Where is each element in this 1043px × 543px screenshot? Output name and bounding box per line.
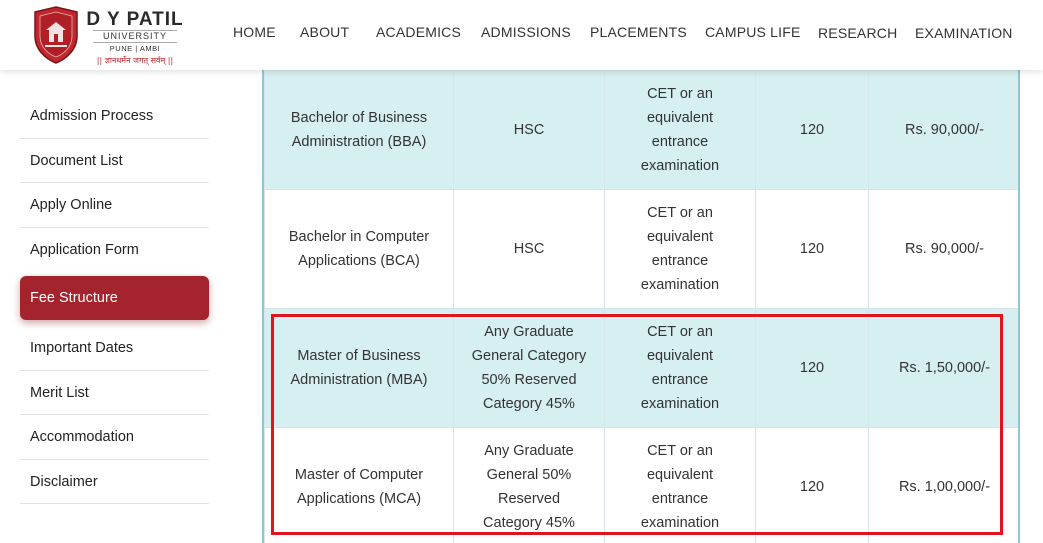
exam-cell: CET or an equivalent entrance examinatio… xyxy=(604,308,756,428)
table-row: Master of Business Administration (MBA) … xyxy=(264,308,1018,428)
eligibility-cell: Any Graduate General 50% Reserved Catego… xyxy=(453,427,605,543)
course-cell: Master of Business Administration (MBA) xyxy=(264,308,454,428)
table-row: Master of Computer Applications (MCA) An… xyxy=(264,427,1018,543)
fee-cell: Rs. 90,000/- xyxy=(868,70,1018,190)
sidebar-item-disclaimer[interactable]: Disclaimer xyxy=(20,460,209,504)
logo-city: PUNE | AMBI xyxy=(109,44,161,53)
fee-cell: Rs. 1,50,000/- xyxy=(868,308,1018,428)
nav-academics[interactable]: ACADEMICS xyxy=(376,24,461,40)
logo-name: D Y PATIL xyxy=(86,9,184,30)
sidebar-item-application-form[interactable]: Application Form xyxy=(20,228,209,273)
exam-cell: CET or an equivalent entrance examinatio… xyxy=(604,189,756,309)
eligibility-cell: HSC xyxy=(453,70,605,190)
nav-placements[interactable]: PLACEMENTS xyxy=(590,24,687,40)
course-cell: Master of Computer Applications (MCA) xyxy=(264,427,454,543)
table-row: Bachelor of Business Administration (BBA… xyxy=(264,70,1018,190)
site-header: D Y PATIL UNIVERSITY PUNE | AMBI || ज्ञा… xyxy=(0,0,1043,70)
sidebar-item-admission-process[interactable]: Admission Process xyxy=(20,94,209,139)
sidebar-item-document-list[interactable]: Document List xyxy=(20,139,209,183)
nav-admissions[interactable]: ADMISSIONS xyxy=(481,24,571,40)
logo-text: D Y PATIL UNIVERSITY PUNE | AMBI || ज्ञा… xyxy=(85,10,185,66)
sidebar-item-accommodation[interactable]: Accommodation xyxy=(20,415,209,460)
university-logo[interactable]: D Y PATIL UNIVERSITY PUNE | AMBI || ज्ञा… xyxy=(33,6,183,66)
fee-cell: Rs. 90,000/- xyxy=(868,189,1018,309)
nav-campus-life[interactable]: CAMPUS LIFE xyxy=(705,24,801,40)
shield-logo-icon xyxy=(34,6,78,64)
eligibility-cell: Any Graduate General Category 50% Reserv… xyxy=(453,308,605,428)
logo-university: UNIVERSITY xyxy=(93,30,177,43)
intake-cell: 120 xyxy=(755,308,869,428)
nav-research[interactable]: RESEARCH xyxy=(818,25,897,41)
sidebar-item-merit-list[interactable]: Merit List xyxy=(20,371,209,415)
intake-cell: 120 xyxy=(755,70,869,190)
admissions-sidebar: Admission Process Document List Apply On… xyxy=(20,94,209,504)
fee-structure-table: Bachelor of Business Administration (BBA… xyxy=(262,70,1020,543)
exam-cell: CET or an equivalent entrance examinatio… xyxy=(604,427,756,543)
intake-cell: 120 xyxy=(755,189,869,309)
nav-home[interactable]: HOME xyxy=(233,24,276,40)
nav-about[interactable]: ABOUT xyxy=(300,24,349,40)
table-row: Bachelor in Computer Applications (BCA) … xyxy=(264,189,1018,309)
course-cell: Bachelor in Computer Applications (BCA) xyxy=(264,189,454,309)
sidebar-item-important-dates[interactable]: Important Dates xyxy=(20,326,209,371)
course-cell: Bachelor of Business Administration (BBA… xyxy=(264,70,454,190)
logo-motto: || ज्ञानधर्मेन जगत् सर्वम् || xyxy=(96,56,174,65)
exam-cell: CET or an equivalent entrance examinatio… xyxy=(604,70,756,190)
eligibility-cell: HSC xyxy=(453,189,605,309)
nav-examination[interactable]: EXAMINATION xyxy=(915,25,1013,41)
sidebar-item-apply-online[interactable]: Apply Online xyxy=(20,183,209,228)
intake-cell: 120 xyxy=(755,427,869,543)
fee-cell: Rs. 1,00,000/- xyxy=(868,427,1018,543)
sidebar-item-fee-structure[interactable]: Fee Structure xyxy=(20,276,209,320)
